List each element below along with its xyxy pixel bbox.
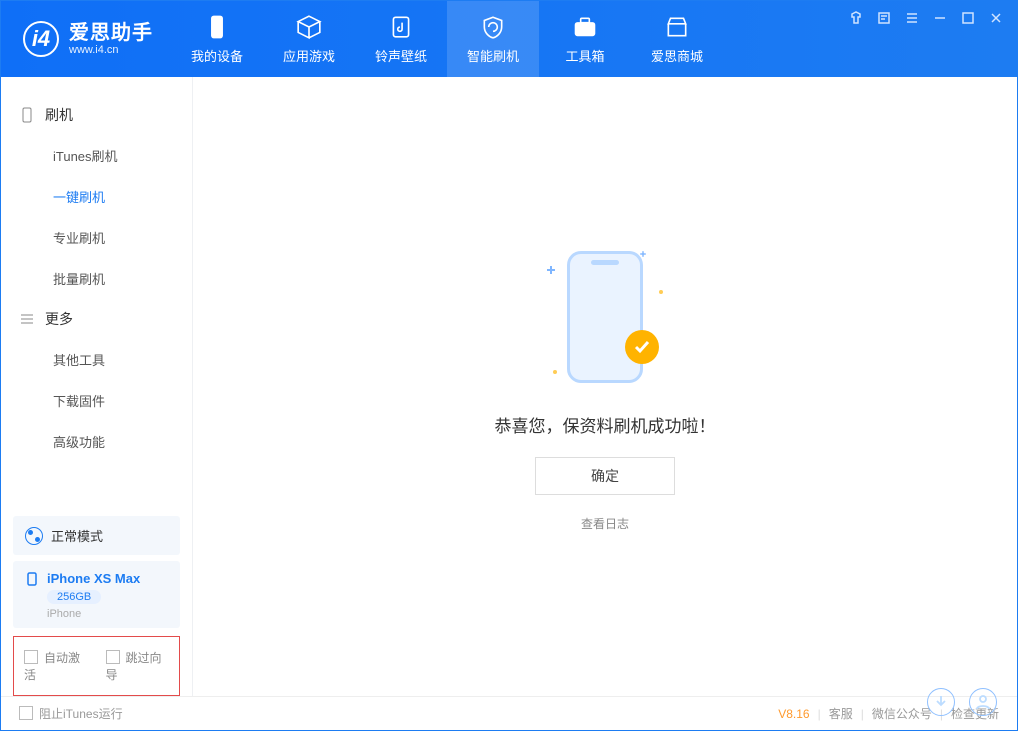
view-log-link[interactable]: 查看日志 bbox=[581, 515, 629, 532]
main-content: 恭喜您，保资料刷机成功啦！ 确定 查看日志 bbox=[193, 77, 1017, 696]
device-capacity: 256GB bbox=[47, 590, 101, 604]
footer-link-wechat[interactable]: 微信公众号 bbox=[872, 705, 932, 722]
success-message: 恭喜您，保资料刷机成功啦！ bbox=[495, 412, 716, 437]
device-name: iPhone XS Max bbox=[47, 571, 140, 586]
note-icon[interactable] bbox=[877, 11, 891, 25]
nav-label: 应用游戏 bbox=[283, 46, 335, 65]
nav-label: 铃声壁纸 bbox=[375, 46, 427, 65]
status-bar: 阻止iTunes运行 V8.16 | 客服 | 微信公众号 | 检查更新 bbox=[1, 696, 1017, 730]
version-label: V8.16 bbox=[778, 707, 809, 721]
sidebar-item-pro-flash[interactable]: 专业刷机 bbox=[1, 217, 192, 258]
sidebar-item-oneclick-flash[interactable]: 一键刷机 bbox=[1, 176, 192, 217]
sidebar-group-more: 更多 bbox=[1, 299, 192, 339]
separator: | bbox=[818, 707, 821, 721]
app-url: www.i4.cn bbox=[69, 44, 153, 56]
nav-ringtones[interactable]: 铃声壁纸 bbox=[355, 1, 447, 77]
auto-activate-checkbox[interactable]: 自动激活 bbox=[24, 649, 88, 683]
app-body: 刷机 iTunes刷机 一键刷机 专业刷机 批量刷机 更多 其他工具 下载固件 … bbox=[1, 77, 1017, 696]
confirm-button[interactable]: 确定 bbox=[535, 457, 675, 495]
separator: | bbox=[861, 707, 864, 721]
app-name: 爱思助手 bbox=[69, 22, 153, 44]
success-illustration bbox=[545, 242, 665, 392]
device-type: iPhone bbox=[47, 608, 81, 620]
app-header: i4 爱思助手 www.i4.cn 我的设备 应用游戏 铃声壁纸 智能刷机 工具… bbox=[1, 1, 1017, 77]
sidebar-item-other-tools[interactable]: 其他工具 bbox=[1, 339, 192, 380]
cube-icon bbox=[296, 14, 322, 40]
dot-icon bbox=[553, 370, 557, 374]
footer-link-support[interactable]: 客服 bbox=[829, 705, 853, 722]
phone-icon bbox=[19, 107, 35, 123]
checkbox-icon bbox=[106, 650, 120, 664]
nav-label: 工具箱 bbox=[565, 46, 604, 65]
refresh-shield-icon bbox=[480, 14, 506, 40]
nav-store[interactable]: 爱思商城 bbox=[631, 1, 723, 77]
nav-apps[interactable]: 应用游戏 bbox=[263, 1, 355, 77]
check-badge-icon bbox=[625, 330, 659, 364]
sparkle-icon bbox=[640, 251, 646, 257]
dot-icon bbox=[659, 290, 663, 294]
skin-icon[interactable] bbox=[849, 11, 863, 25]
nav-my-device[interactable]: 我的设备 bbox=[171, 1, 263, 77]
store-icon bbox=[664, 14, 690, 40]
toolbox-icon bbox=[572, 14, 598, 40]
nav-label: 智能刷机 bbox=[467, 46, 519, 65]
minimize-icon[interactable] bbox=[933, 11, 947, 25]
nav-flash[interactable]: 智能刷机 bbox=[447, 1, 539, 77]
block-itunes-checkbox[interactable]: 阻止iTunes运行 bbox=[19, 705, 123, 722]
group-title-label: 刷机 bbox=[45, 105, 73, 125]
checkbox-icon bbox=[24, 650, 38, 664]
close-icon[interactable] bbox=[989, 11, 1003, 25]
device-mode-box[interactable]: 正常模式 bbox=[13, 516, 180, 555]
logo-text: 爱思助手 www.i4.cn bbox=[69, 22, 153, 56]
sidebar-group-flash: 刷机 bbox=[1, 95, 192, 135]
device-icon bbox=[204, 14, 230, 40]
sparkle-icon bbox=[547, 266, 555, 274]
group-title-label: 更多 bbox=[45, 309, 73, 329]
mode-label: 正常模式 bbox=[51, 526, 103, 545]
app-logo: i4 爱思助手 www.i4.cn bbox=[1, 21, 171, 57]
sidebar-item-download-firmware[interactable]: 下载固件 bbox=[1, 380, 192, 421]
phone-icon bbox=[567, 251, 643, 383]
sidebar-item-batch-flash[interactable]: 批量刷机 bbox=[1, 258, 192, 299]
skip-guide-checkbox[interactable]: 跳过向导 bbox=[106, 649, 170, 683]
checkbox-icon bbox=[19, 706, 33, 720]
top-nav: 我的设备 应用游戏 铃声壁纸 智能刷机 工具箱 爱思商城 bbox=[171, 1, 723, 77]
checkbox-label: 阻止iTunes运行 bbox=[39, 707, 123, 721]
sidebar: 刷机 iTunes刷机 一键刷机 专业刷机 批量刷机 更多 其他工具 下载固件 … bbox=[1, 77, 193, 696]
phone-icon bbox=[25, 572, 39, 586]
logo-icon: i4 bbox=[23, 21, 59, 57]
highlighted-options-box: 自动激活 跳过向导 bbox=[13, 636, 180, 696]
maximize-icon[interactable] bbox=[961, 11, 975, 25]
menu-icon[interactable] bbox=[905, 11, 919, 25]
window-controls bbox=[849, 11, 1003, 25]
music-file-icon bbox=[388, 14, 414, 40]
device-info-box[interactable]: iPhone XS Max 256GB iPhone bbox=[13, 561, 180, 628]
sidebar-item-itunes-flash[interactable]: iTunes刷机 bbox=[1, 135, 192, 176]
nav-toolbox[interactable]: 工具箱 bbox=[539, 1, 631, 77]
sidebar-item-advanced[interactable]: 高级功能 bbox=[1, 421, 192, 462]
sidebar-bottom: 正常模式 iPhone XS Max 256GB iPhone 自动激活 跳过向… bbox=[1, 510, 192, 696]
mode-icon bbox=[25, 527, 43, 545]
nav-label: 爱思商城 bbox=[651, 46, 703, 65]
list-icon bbox=[19, 311, 35, 327]
nav-label: 我的设备 bbox=[191, 46, 243, 65]
